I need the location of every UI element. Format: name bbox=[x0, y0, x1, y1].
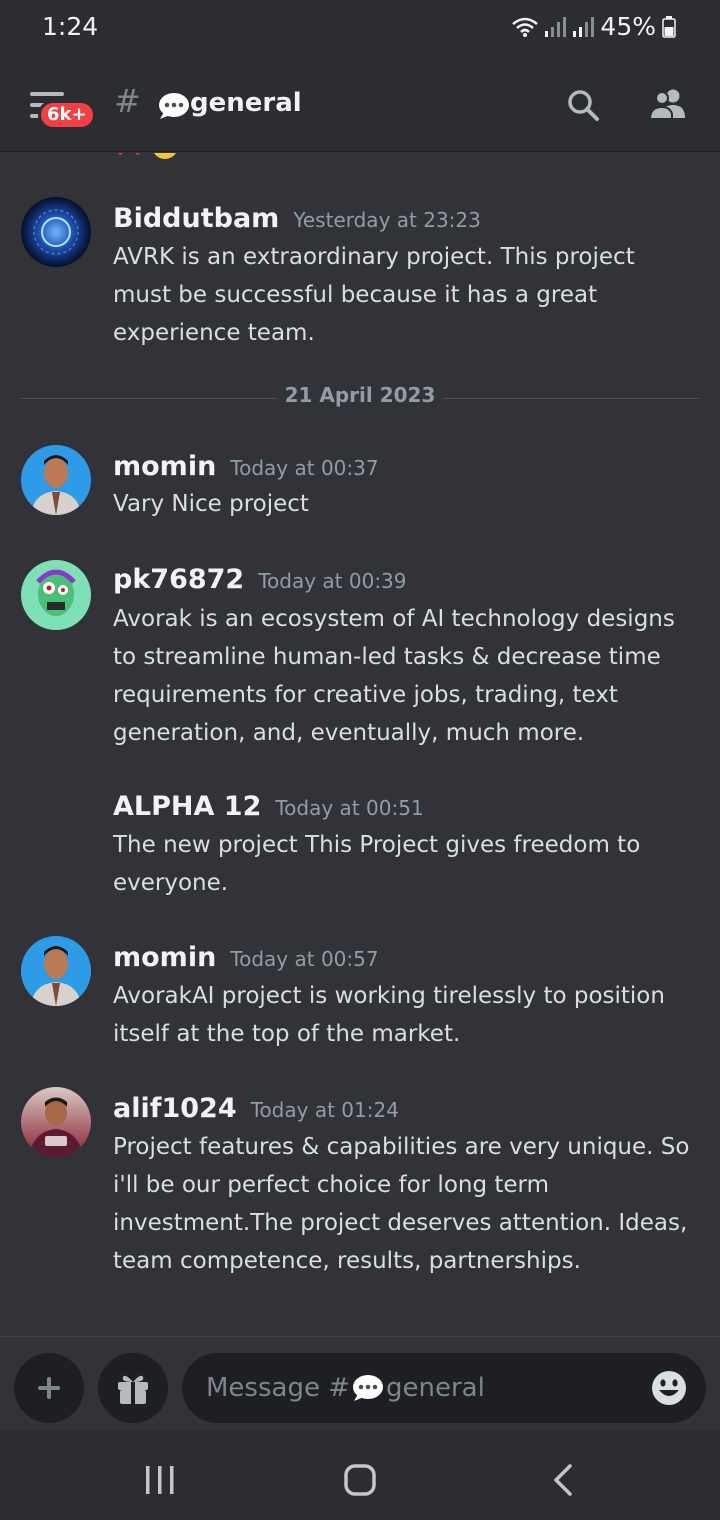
message-timestamp: Today at 00:51 bbox=[275, 796, 424, 820]
battery-level: 45% bbox=[600, 12, 656, 41]
back-icon[interactable] bbox=[552, 1464, 574, 1496]
speech-bubble-icon bbox=[159, 93, 189, 119]
system-navigation-bar bbox=[0, 1430, 720, 1520]
message-timestamp: Today at 00:39 bbox=[258, 569, 407, 593]
gift-icon bbox=[118, 1375, 148, 1404]
battery-icon bbox=[662, 15, 676, 38]
message-input[interactable]: Message # general bbox=[182, 1353, 706, 1423]
date-divider-label: 21 April 2023 bbox=[284, 383, 436, 407]
avatar[interactable] bbox=[21, 445, 91, 515]
status-bar: 1:24 45% bbox=[0, 0, 720, 56]
members-icon[interactable] bbox=[648, 88, 688, 120]
message-timestamp: Today at 00:57 bbox=[230, 947, 379, 971]
avatar[interactable] bbox=[21, 1087, 91, 1157]
cross-emoji-icon bbox=[118, 153, 140, 156]
speech-bubble-icon bbox=[353, 1375, 384, 1401]
partial-emoji-row bbox=[116, 153, 180, 161]
gift-button[interactable] bbox=[98, 1353, 168, 1423]
home-icon[interactable] bbox=[344, 1464, 376, 1496]
smile-emoji-icon bbox=[154, 153, 176, 159]
date-divider: 21 April 2023 bbox=[21, 383, 699, 413]
avatar[interactable] bbox=[21, 936, 91, 1006]
message-timestamp: Today at 01:24 bbox=[250, 1098, 399, 1122]
message-text: The new project This Project gives freed… bbox=[113, 832, 641, 896]
signal-icon bbox=[545, 16, 567, 37]
avatar[interactable] bbox=[21, 560, 91, 630]
search-icon[interactable] bbox=[566, 88, 600, 122]
channel-hash-icon: # bbox=[114, 82, 141, 120]
channel-name[interactable]: general bbox=[190, 88, 302, 118]
wifi-icon bbox=[512, 17, 539, 37]
author-name[interactable]: ALPHA 12 bbox=[113, 791, 261, 822]
status-icons: 45% bbox=[512, 12, 676, 41]
emoji-icon[interactable] bbox=[650, 1369, 688, 1407]
avatar[interactable] bbox=[21, 197, 91, 267]
author-name[interactable]: alif1024 bbox=[113, 1093, 237, 1124]
message-list[interactable]: Biddutbam Yesterday at 23:23 AVRK is an … bbox=[0, 153, 720, 1335]
message-text: AvorakAI project is working tirelessly t… bbox=[113, 983, 665, 1047]
author-name[interactable]: momin bbox=[113, 451, 216, 482]
status-time: 1:24 bbox=[42, 12, 99, 41]
message-text: AVRK is an extraordinary project. This p… bbox=[113, 244, 635, 346]
signal-icon-2 bbox=[573, 16, 595, 37]
plus-icon bbox=[38, 1377, 60, 1399]
author-name[interactable]: Biddutbam bbox=[113, 203, 279, 234]
add-attachment-button[interactable] bbox=[14, 1353, 84, 1423]
message-text: Project features & capabilities are very… bbox=[113, 1134, 690, 1274]
author-name[interactable]: pk76872 bbox=[113, 564, 244, 595]
message-timestamp: Today at 00:37 bbox=[230, 456, 379, 480]
message-text: Vary Nice project bbox=[113, 491, 309, 517]
author-name[interactable]: momin bbox=[113, 942, 216, 973]
message-timestamp: Yesterday at 23:23 bbox=[293, 208, 481, 232]
unread-badge: 6k+ bbox=[38, 100, 96, 130]
channel-header: 6k+ # general bbox=[0, 56, 720, 152]
message-composer: Message # general bbox=[0, 1336, 720, 1430]
message-input-placeholder: Message # general bbox=[206, 1373, 485, 1403]
message-text: Avorak is an ecosystem of AI technology … bbox=[113, 606, 675, 746]
recent-apps-icon[interactable] bbox=[144, 1466, 176, 1494]
